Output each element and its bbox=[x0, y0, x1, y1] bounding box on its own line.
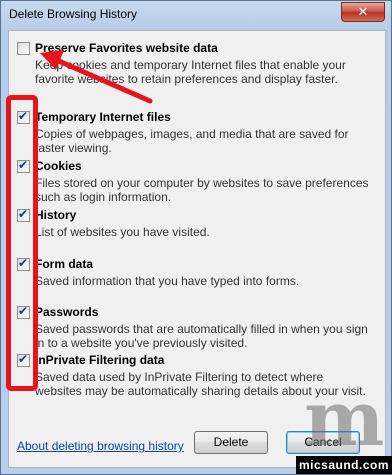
watermark-logo: m bbox=[304, 374, 385, 463]
watermark-site-label: micsaund.com bbox=[296, 456, 392, 474]
